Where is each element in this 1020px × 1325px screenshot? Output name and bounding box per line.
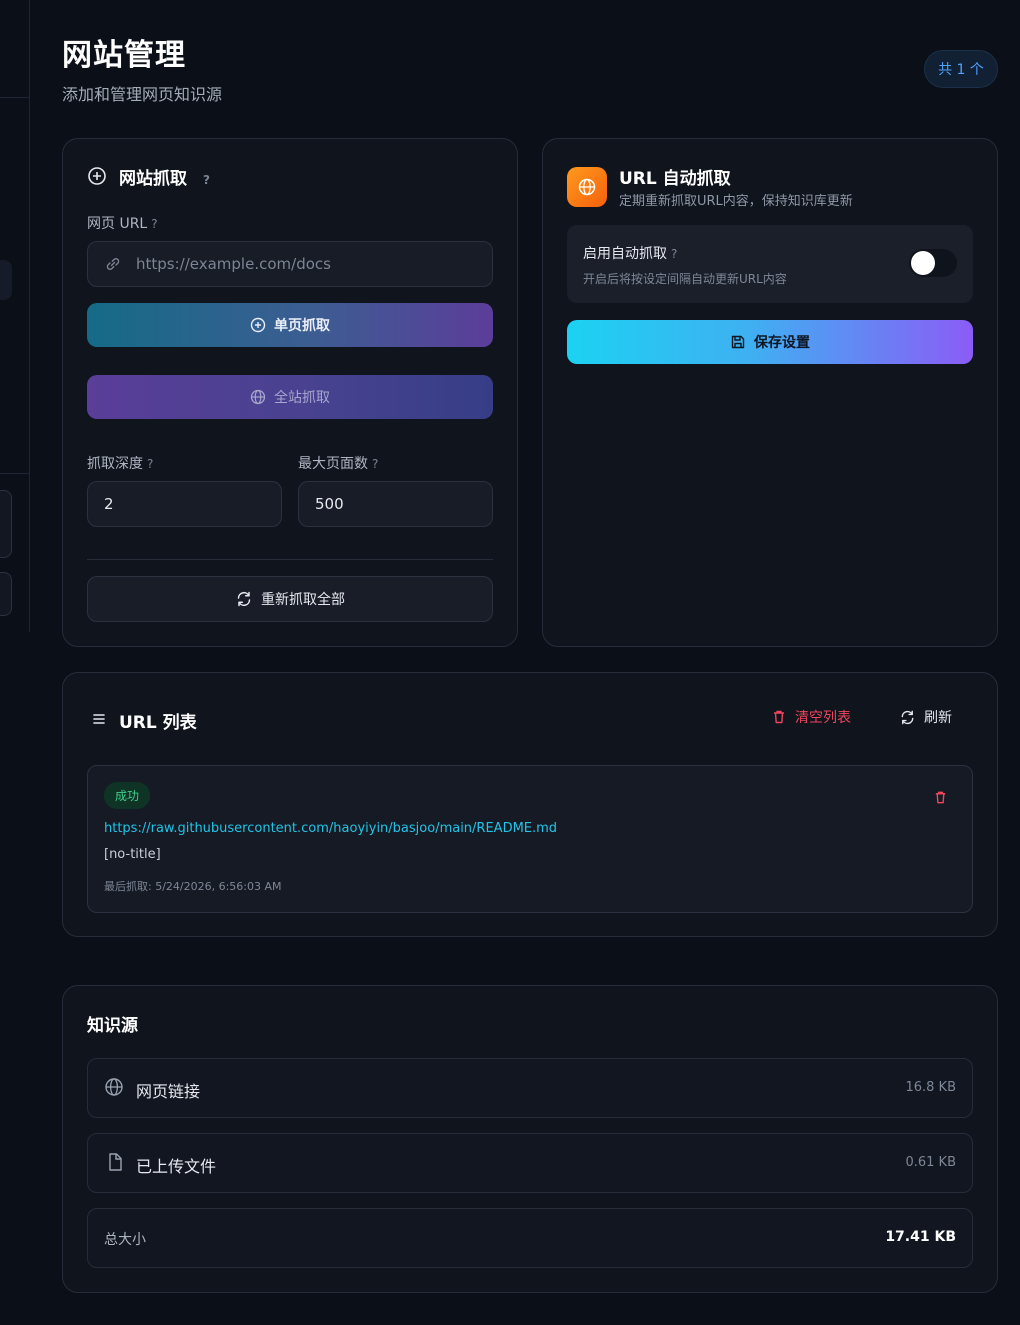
source-size: 16.8 KB [905, 1080, 956, 1095]
page-title: 网站管理 [62, 38, 186, 73]
depth-label: 抓取深度 [87, 456, 143, 472]
sidebar-card[interactable] [0, 490, 12, 558]
source-label: 网页链接 [136, 1082, 201, 1101]
globe-icon [104, 1077, 124, 1097]
help-icon[interactable]: ? [203, 173, 210, 187]
divider [87, 559, 493, 560]
auto-crawl-title: URL 自动抓取 [619, 169, 731, 189]
refresh-icon [899, 709, 916, 726]
auto-crawl-subtitle: 定期重新抓取URL内容，保持知识库更新 [619, 194, 853, 209]
link-icon [104, 255, 122, 273]
source-label: 已上传文件 [136, 1157, 217, 1176]
refresh-icon [235, 590, 253, 608]
url-list-title: URL 列表 [119, 713, 197, 733]
knowledge-sources-card: 知识源 网页链接 16.8 KB 已上传文件 0.61 KB 总大小 17.41… [62, 985, 998, 1293]
sidebar-active-item[interactable] [0, 260, 12, 300]
recrawl-all-button[interactable]: 重新抓取全部 [87, 576, 493, 622]
refresh-label: 刷新 [924, 710, 952, 726]
refresh-button[interactable]: 刷新 [899, 707, 952, 727]
sidebar-divider [0, 473, 30, 474]
total-size-row: 总大小 17.41 KB [87, 1208, 973, 1268]
list-item: 成功 https://raw.githubusercontent.com/hao… [87, 765, 973, 913]
single-page-crawl-button[interactable]: 单页抓取 [87, 303, 493, 347]
toggle-label: 启用自动抓取 [583, 246, 667, 262]
full-site-crawl-button[interactable]: 全站抓取 [87, 375, 493, 419]
crawl-card: 网站抓取? 网页 URL? https://example.com/docs 单… [62, 138, 518, 647]
total-label: 总大小 [104, 1232, 146, 1248]
globe-icon [567, 167, 607, 207]
full-site-crawl-label: 全站抓取 [274, 390, 330, 406]
trash-icon [771, 709, 787, 725]
url-list-card: URL 列表 清空列表 刷新 成功 https://raw.githubuser… [62, 672, 998, 937]
max-pages-input[interactable]: 500 [298, 481, 493, 527]
knowledge-sources-title: 知识源 [87, 1016, 138, 1036]
depth-input[interactable]: 2 [87, 481, 282, 527]
save-settings-button[interactable]: 保存设置 [567, 320, 973, 364]
url-placeholder: https://example.com/docs [136, 255, 331, 273]
crawl-card-title: 网站抓取 [119, 169, 187, 189]
total-size: 17.41 KB [885, 1229, 956, 1245]
help-icon[interactable]: ? [151, 217, 157, 231]
help-icon[interactable]: ? [671, 247, 677, 261]
save-icon [730, 334, 746, 350]
plus-circle-icon [87, 166, 107, 186]
page-subtitle: 添加和管理网页知识源 [62, 85, 223, 104]
clear-list-label: 清空列表 [795, 710, 851, 726]
url-link[interactable]: https://raw.githubusercontent.com/haoyiy… [104, 821, 557, 836]
list-icon [91, 711, 107, 727]
url-input[interactable]: https://example.com/docs [87, 241, 493, 287]
source-row-files: 已上传文件 0.61 KB [87, 1133, 973, 1193]
sidebar-edge [0, 0, 30, 632]
source-size: 0.61 KB [905, 1155, 956, 1170]
save-settings-label: 保存设置 [754, 335, 810, 351]
sidebar-divider [0, 97, 30, 98]
source-row-web: 网页链接 16.8 KB [87, 1058, 973, 1118]
help-icon[interactable]: ? [147, 457, 153, 471]
page-title-text: [no-title] [104, 847, 161, 862]
status-badge: 成功 [104, 782, 151, 809]
single-page-crawl-label: 单页抓取 [274, 318, 330, 334]
file-icon [105, 1152, 125, 1172]
recrawl-all-label: 重新抓取全部 [261, 592, 345, 608]
sidebar-card[interactable] [0, 572, 12, 616]
auto-crawl-card: URL 自动抓取 定期重新抓取URL内容，保持知识库更新 启用自动抓取? 开启后… [542, 138, 998, 647]
count-badge: 共 1 个 [924, 50, 998, 88]
toggle-description: 开启后将按设定间隔自动更新URL内容 [583, 272, 787, 286]
help-icon[interactable]: ? [372, 457, 378, 471]
auto-crawl-toggle-row: 启用自动抓取? 开启后将按设定间隔自动更新URL内容 [567, 225, 973, 303]
clear-list-button[interactable]: 清空列表 [771, 707, 851, 727]
switch-knob [911, 251, 935, 275]
delete-icon[interactable] [933, 790, 948, 805]
last-crawled: 最后抓取: 5/24/2026, 6:56:03 AM [104, 880, 282, 893]
plus-circle-icon [250, 317, 266, 333]
globe-icon [250, 389, 266, 405]
url-label: 网页 URL [87, 216, 148, 232]
max-pages-label: 最大页面数 [298, 456, 368, 472]
auto-crawl-switch[interactable] [909, 249, 957, 277]
